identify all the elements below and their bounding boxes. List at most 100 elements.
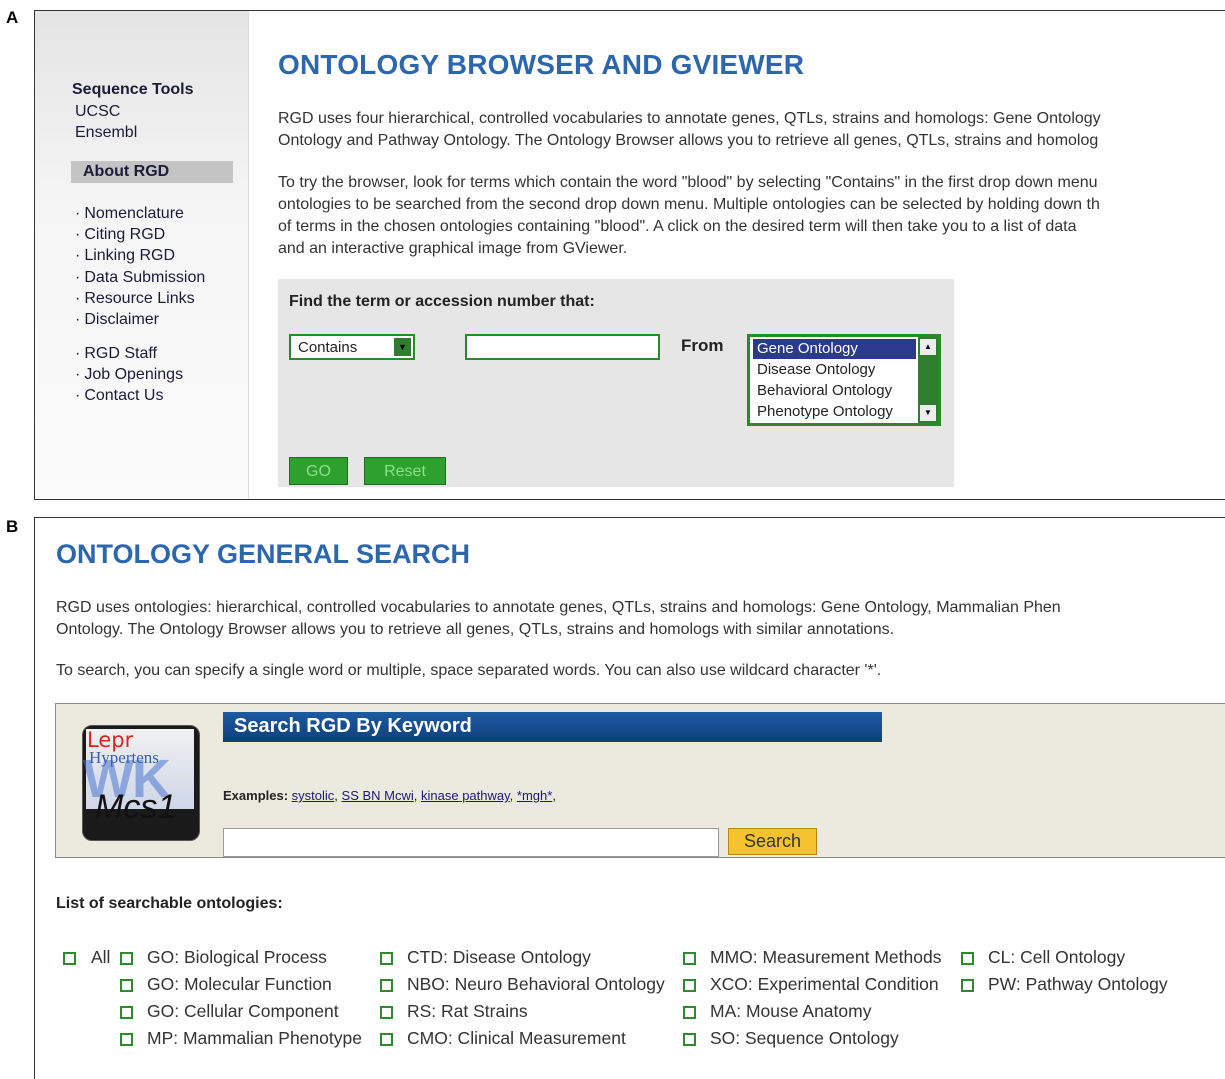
ontology-checkbox[interactable] xyxy=(380,979,393,992)
sidebar-item[interactable]: · Disclaimer xyxy=(75,311,159,329)
sidebar-item[interactable]: · Resource Links xyxy=(75,290,195,308)
sidebar-item-label: Disclaimer xyxy=(84,311,159,328)
sidebar-item-label: RGD Staff xyxy=(84,345,157,362)
term-search-form: Find the term or accession number that: … xyxy=(278,279,954,487)
listbox-option[interactable]: Disease Ontology xyxy=(753,360,916,380)
sidebar-item[interactable]: · RGD Staff xyxy=(75,345,157,363)
sidebar-item[interactable]: · Citing RGD xyxy=(75,226,165,244)
sidebar-item-label: Nomenclature xyxy=(84,205,184,222)
bullet-icon: · xyxy=(75,226,81,244)
page-title: ONTOLOGY BROWSER AND GVIEWER xyxy=(278,49,805,80)
bullet-icon: · xyxy=(75,311,81,328)
ontology-checkbox[interactable] xyxy=(683,1033,696,1046)
instructions-line-4: and an interactive graphical image from … xyxy=(278,240,628,257)
keyword-search-input[interactable] xyxy=(223,828,719,857)
sidebar-item-label: Contact Us xyxy=(84,387,164,405)
ontology-checkbox[interactable] xyxy=(683,1006,696,1019)
bullet-icon: · xyxy=(75,366,81,384)
search-button[interactable]: Search xyxy=(728,828,817,855)
panel-b-general-search: ONTOLOGY GENERAL SEARCH RGD uses ontolog… xyxy=(34,517,1225,1079)
ontology-checkbox-label: MP: Mammalian Phenotype xyxy=(147,1028,362,1048)
ontology-checkbox-label: CL: Cell Ontology xyxy=(988,947,1126,967)
example-link[interactable]: kinase pathway xyxy=(421,788,510,803)
bullet-icon: · xyxy=(75,345,81,362)
reset-button[interactable]: Reset xyxy=(364,457,446,485)
ontology-checkbox-label: RS: Rat Strains xyxy=(407,1001,528,1021)
listbox-option[interactable]: Gene Ontology xyxy=(753,339,916,359)
ontology-checkbox-label: PW: Pathway Ontology xyxy=(988,974,1168,994)
go-button[interactable]: GO xyxy=(289,457,348,485)
checkbox-all[interactable] xyxy=(63,952,76,965)
sidebar-link-ensembl[interactable]: Ensembl xyxy=(75,124,137,142)
examples-label: Examples: xyxy=(223,788,289,803)
about-rgd-heading: About RGD xyxy=(71,161,233,183)
match-type-select[interactable]: Contains ▼ xyxy=(289,334,415,360)
ontology-checkbox[interactable] xyxy=(120,979,133,992)
panel-label-b: B xyxy=(6,517,19,536)
example-link[interactable]: *mgh* xyxy=(517,788,552,803)
ontology-checkbox-label: MA: Mouse Anatomy xyxy=(710,1001,872,1021)
listbox-option[interactable]: Behavioral Ontology xyxy=(753,381,916,401)
sidebar-item[interactable]: · Data Submission xyxy=(75,269,205,287)
ontology-checkbox-label: GO: Biological Process xyxy=(147,947,327,967)
ontology-checkbox-label: MMO: Measurement Methods xyxy=(710,947,942,967)
ontology-checkbox-label: GO: Cellular Component xyxy=(147,1001,339,1021)
ontology-checkbox[interactable] xyxy=(683,979,696,992)
scroll-up-icon[interactable]: ▲ xyxy=(920,339,936,355)
sidebar-item[interactable]: · Job Openings xyxy=(75,366,183,384)
scroll-down-icon[interactable]: ▼ xyxy=(920,405,936,421)
example-link[interactable]: SS BN Mcwi xyxy=(342,788,414,803)
example-link[interactable]: systolic xyxy=(292,788,335,803)
sidebar: Sequence Tools UCSC Ensembl About RGD · N… xyxy=(35,11,249,499)
bullet-icon: · xyxy=(75,268,81,286)
ontology-checkbox-label: NBO: Neuro Behavioral Ontology xyxy=(407,974,665,994)
match-type-value: Contains xyxy=(298,339,358,356)
sidebar-item-label: Resource Links xyxy=(84,289,195,307)
ontology-checkbox[interactable] xyxy=(120,952,133,965)
ontology-checkbox[interactable] xyxy=(380,1033,393,1046)
ontology-listbox[interactable]: Gene Ontology Disease Ontology Behavioral … xyxy=(747,334,941,426)
bullet-icon: · xyxy=(75,247,81,265)
sidebar-link-ucsc[interactable]: UCSC xyxy=(75,103,120,121)
ontology-checkbox[interactable] xyxy=(961,952,974,965)
bullet-icon: · xyxy=(75,289,81,307)
find-term-label: Find the term or accession number that: xyxy=(289,293,595,310)
panel-a-ontology-browser: Sequence Tools UCSC Ensembl About RGD · N… xyxy=(34,10,1225,500)
search-examples: Examples: systolic, SS BN Mcwi, kinase p… xyxy=(223,788,556,803)
instructions-line-3: of terms in the chosen ontologies contai… xyxy=(278,218,1077,235)
sidebar-item[interactable]: · Contact Us xyxy=(75,387,163,405)
sidebar-item-label: Citing RGD xyxy=(84,226,166,244)
intro-line-2: Ontology. The Ontology Browser allows yo… xyxy=(56,621,895,638)
from-label: From xyxy=(681,336,724,355)
checkbox-label-all: All xyxy=(91,947,111,967)
sidebar-item[interactable]: · Linking RGD xyxy=(75,247,175,265)
search-box-title: Search RGD By Keyword xyxy=(223,712,882,742)
ontology-checkbox-label: XCO: Experimental Condition xyxy=(710,974,939,994)
ontology-checkbox[interactable] xyxy=(120,1006,133,1019)
ontology-checkbox[interactable] xyxy=(380,952,393,965)
listbox-scrollbar[interactable]: ▲ ▼ xyxy=(918,337,938,423)
page-title: ONTOLOGY GENERAL SEARCH xyxy=(56,539,471,569)
term-input[interactable] xyxy=(465,334,660,360)
sequence-tools-heading: Sequence Tools xyxy=(72,81,194,98)
intro-line-1: RGD uses ontologies: hierarchical, contr… xyxy=(56,599,1061,616)
ontology-checkbox-label: SO: Sequence Ontology xyxy=(710,1028,899,1048)
keyword-search-box: WK Lepr Hypertens Mcs1 Search RGD By Key… xyxy=(55,703,1225,858)
sidebar-item[interactable]: · Nomenclature xyxy=(75,205,184,223)
instructions-line-1: To try the browser, look for terms which… xyxy=(278,174,1098,191)
rgd-search-logo: WK Lepr Hypertens Mcs1 xyxy=(82,725,200,841)
instructions-line-2: ontologies to be searched from the secon… xyxy=(278,196,1100,213)
ontology-list-heading: List of searchable ontologies: xyxy=(56,895,283,912)
listbox-option[interactable]: Phenotype Ontology xyxy=(753,402,916,422)
ontology-checkbox[interactable] xyxy=(961,979,974,992)
ontology-checkbox[interactable] xyxy=(683,952,696,965)
sidebar-item-label: Data Submission xyxy=(84,268,206,286)
ontology-checkbox-label: CMO: Clinical Measurement xyxy=(407,1028,626,1048)
bullet-icon: · xyxy=(75,205,81,222)
dropdown-arrow-icon[interactable]: ▼ xyxy=(394,338,411,356)
ontology-checkbox[interactable] xyxy=(120,1033,133,1046)
ontology-checkbox[interactable] xyxy=(380,1006,393,1019)
ontology-checkbox-label: GO: Molecular Function xyxy=(147,974,332,994)
intro-line-1: RGD uses four hierarchical, controlled v… xyxy=(278,110,1101,127)
bullet-icon: · xyxy=(75,387,81,405)
